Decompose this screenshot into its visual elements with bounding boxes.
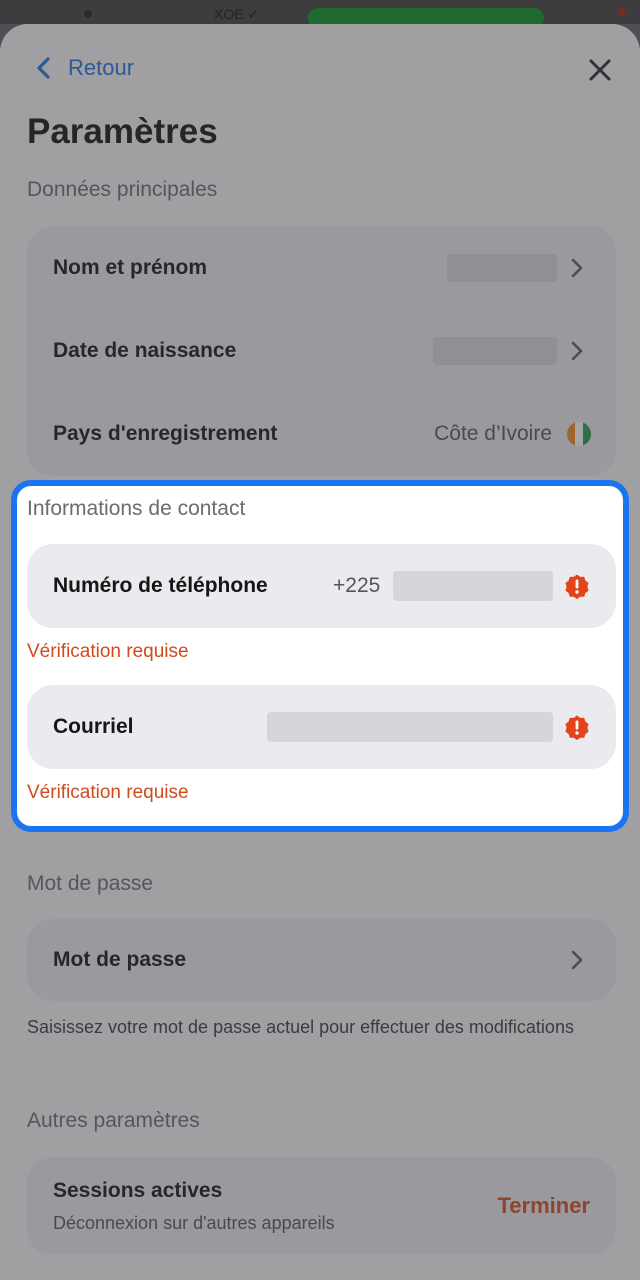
section-title-password: Mot de passe xyxy=(27,872,154,895)
main-data-card: Nom et prénom Date de naissance Pays d'e… xyxy=(27,226,616,476)
chevron-right-icon xyxy=(571,258,583,278)
contact-info-highlight: Informations de contact Numéro de téléph… xyxy=(11,480,629,832)
redacted-phone xyxy=(393,571,553,601)
section-title-main-data: Données principales xyxy=(27,178,218,201)
redacted-value xyxy=(447,254,557,282)
warning-badge-icon xyxy=(565,574,589,599)
row-registration-country: Pays d'enregistrement Côte d’Ivoire xyxy=(27,394,616,474)
password-helper-text: Saisissez votre mot de passe actuel pour… xyxy=(27,1017,574,1037)
phone-prefix: +225 xyxy=(333,574,381,597)
back-label: Retour xyxy=(68,55,135,80)
email-verification-required: Vérification requise xyxy=(27,782,189,803)
close-icon[interactable] xyxy=(586,56,614,84)
phone-verification-required: Vérification requise xyxy=(27,641,189,662)
row-label: Date de naissance xyxy=(53,339,237,362)
status-dot xyxy=(84,10,92,18)
chevron-right-icon xyxy=(571,341,583,361)
row-full-name[interactable]: Nom et prénom xyxy=(27,228,616,308)
row-label: Numéro de téléphone xyxy=(53,574,268,597)
row-label: Nom et prénom xyxy=(53,256,208,279)
sessions-card: Sessions actives Déconnexion sur d'autre… xyxy=(27,1157,616,1255)
chevron-left-icon xyxy=(37,57,50,79)
carrier-label: XOE ✓ xyxy=(214,6,260,22)
password-card[interactable]: Mot de passe xyxy=(27,919,616,1001)
redacted-email xyxy=(267,712,553,742)
row-password[interactable]: Mot de passe xyxy=(27,920,616,1000)
status-bar: XOE ✓ xyxy=(0,0,640,28)
row-phone[interactable]: Numéro de téléphone +225 xyxy=(27,546,616,626)
page-title: Paramètres xyxy=(27,112,218,151)
terminate-sessions-button[interactable]: Terminer xyxy=(497,1193,590,1219)
cote-divoire-flag-icon xyxy=(567,422,591,446)
row-label: Mot de passe xyxy=(53,948,187,971)
back-button[interactable]: Retour xyxy=(32,54,134,82)
country-value: Côte d’Ivoire xyxy=(434,422,552,445)
row-email[interactable]: Courriel xyxy=(27,687,616,767)
row-label: Pays d'enregistrement xyxy=(53,422,278,445)
notification-dot xyxy=(618,8,626,16)
section-title-contact: Informations de contact xyxy=(27,497,246,520)
sessions-subtitle: Déconnexion sur d'autres appareils xyxy=(53,1213,335,1233)
phone-card[interactable]: Numéro de téléphone +225 xyxy=(27,544,616,628)
redacted-value xyxy=(433,337,557,365)
section-title-other: Autres paramètres xyxy=(27,1109,200,1132)
sessions-label: Sessions actives xyxy=(53,1179,223,1202)
row-birth-date[interactable]: Date de naissance xyxy=(27,311,616,391)
top-bar: Retour xyxy=(0,24,640,114)
warning-badge-icon xyxy=(565,715,589,740)
email-card[interactable]: Courriel xyxy=(27,685,616,769)
row-label: Courriel xyxy=(53,715,134,738)
chevron-right-icon xyxy=(571,950,583,970)
